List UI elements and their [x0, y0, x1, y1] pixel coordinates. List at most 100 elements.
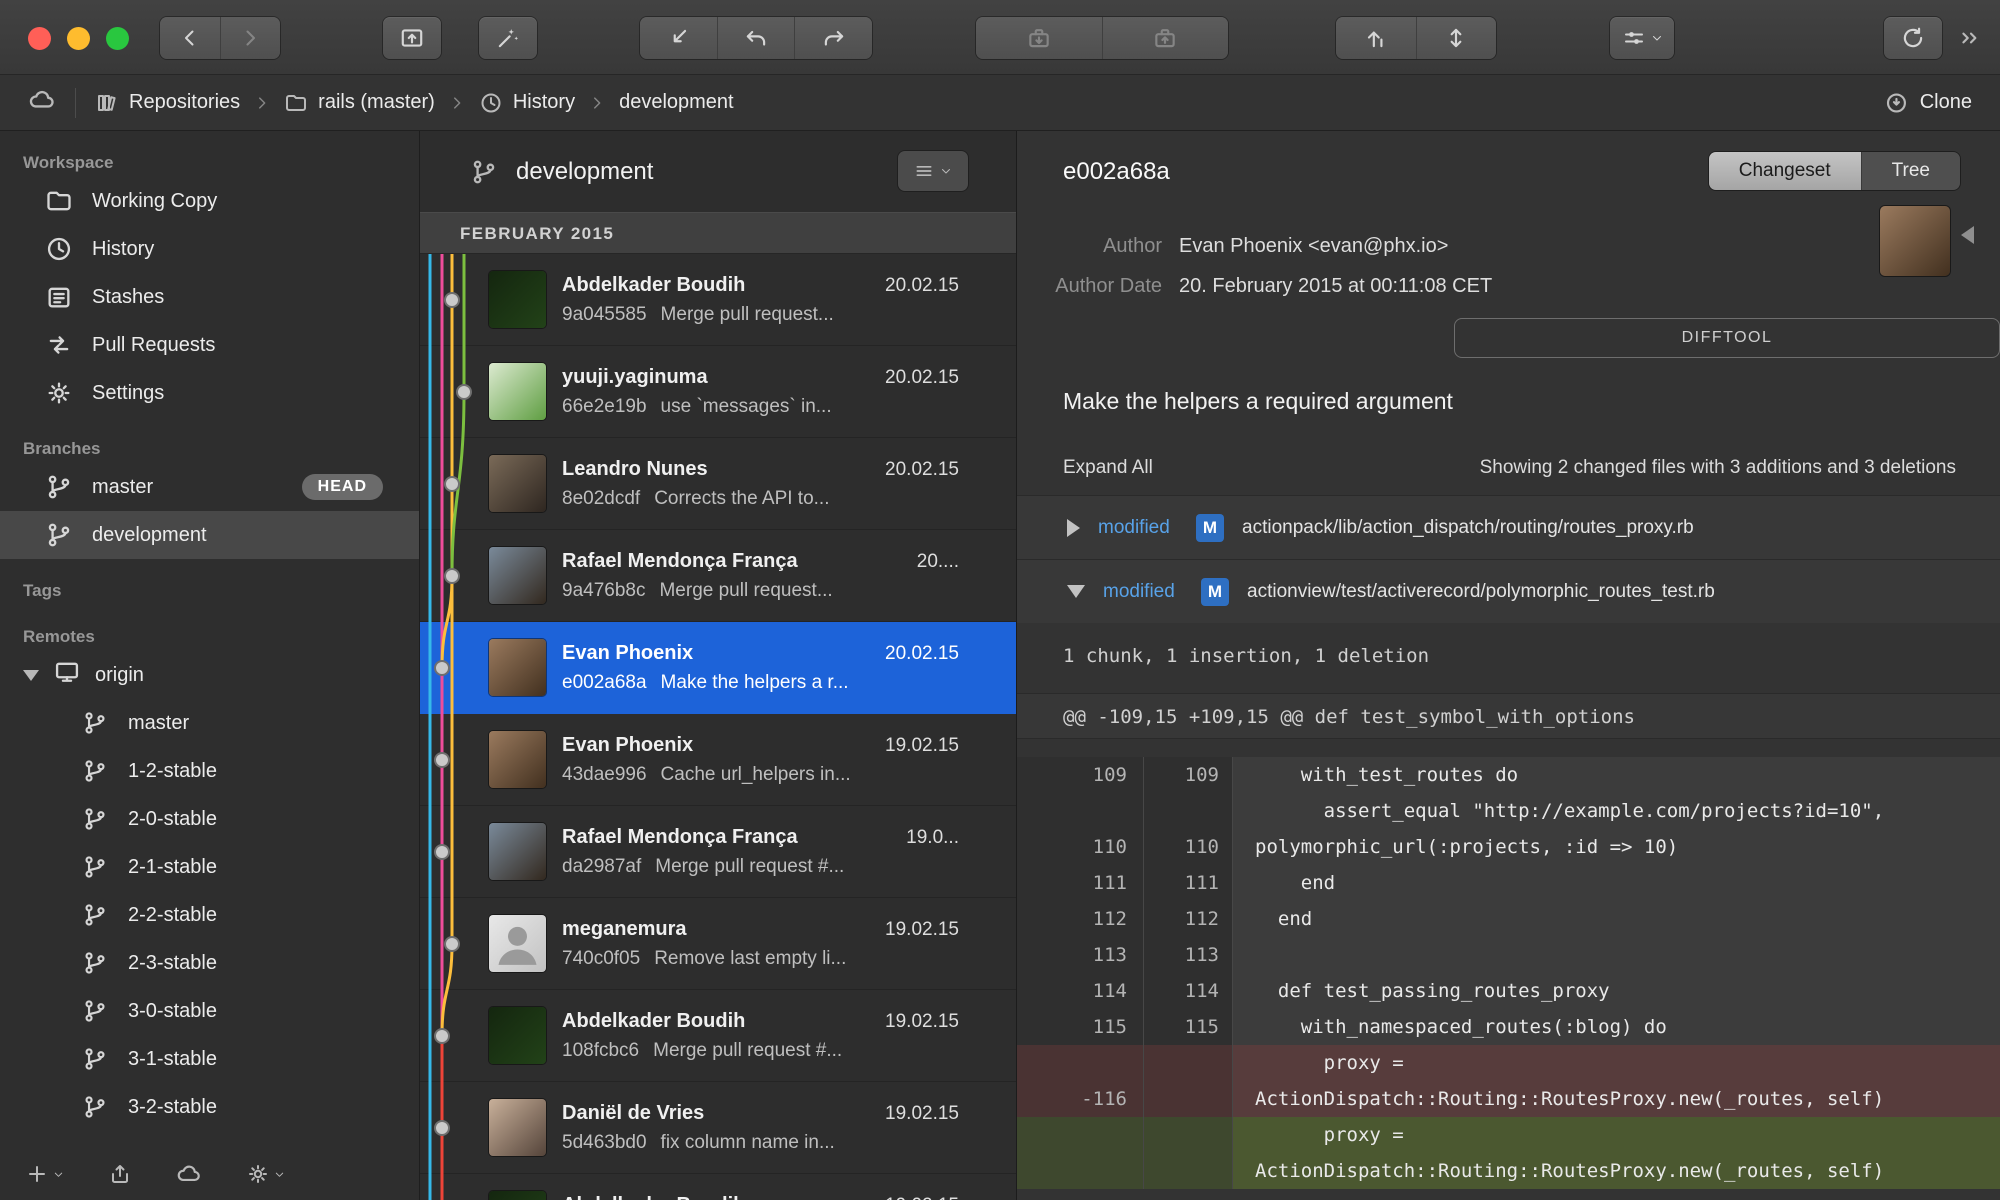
section-workspace: Workspace [23, 153, 114, 172]
branch-icon [473, 160, 495, 183]
branch-icon [44, 520, 74, 550]
branch-icon [80, 996, 110, 1026]
commit-author: Leandro Nunes [562, 457, 708, 480]
commit-row[interactable]: Evan Phoenix 19.02.15 43dae996 Cache url_… [420, 714, 1016, 806]
expand-all-button[interactable]: Expand All [1063, 457, 1153, 479]
sidebar-item-working-copy[interactable]: Working Copy [0, 177, 419, 225]
commit-button[interactable] [383, 17, 441, 59]
tab-tree[interactable]: Tree [1860, 152, 1960, 190]
close-window-button[interactable] [28, 27, 51, 50]
cloud-button[interactable] [176, 1161, 202, 1187]
sidebar-remote-origin[interactable]: origin [0, 651, 419, 699]
clone-label: Clone [1919, 91, 1972, 113]
disclosure-triangle-icon[interactable] [23, 669, 39, 681]
commit-row[interactable]: Leandro Nunes 20.02.15 8e02dcdf Corrects … [420, 438, 1016, 530]
undo-button[interactable] [716, 17, 795, 59]
add-button[interactable] [25, 1162, 64, 1186]
sidebar-item-label: 3-0-stable [128, 999, 217, 1022]
wand-button[interactable] [479, 17, 537, 59]
breadcrumb-branch[interactable]: development [619, 91, 734, 114]
tab-changeset[interactable]: Changeset [1708, 152, 1861, 190]
commit-message: fix column name in... [660, 1131, 835, 1153]
sidebar-item-history[interactable]: History [0, 225, 419, 273]
forward-button[interactable] [219, 17, 280, 59]
sidebar-branch-master[interactable]: master HEAD [0, 463, 419, 511]
sidebar-item-label: Working Copy [92, 189, 218, 212]
sidebar-item-stashes[interactable]: Stashes [0, 273, 419, 321]
minimize-window-button[interactable] [67, 27, 90, 50]
sidebar-item-pull-requests[interactable]: Pull Requests [0, 321, 419, 369]
back-button[interactable] [160, 17, 220, 59]
commit-row[interactable]: Abdelkader Boudih 20.02.15 9a045585 Merge… [420, 254, 1016, 346]
commit-author: Abdelkader Boudih [562, 1194, 745, 1200]
titlebar [0, 0, 2000, 75]
repo-settings-button[interactable] [246, 1162, 285, 1186]
commit-row[interactable]: Abdelkader Boudih 19.02.15 [420, 1174, 1016, 1200]
stash-save-icon [1029, 29, 1049, 48]
stash-button[interactable] [976, 17, 1102, 59]
commit-row[interactable]: yuuji.yaginuma 20.02.15 66e2e19b use `mes… [420, 346, 1016, 438]
sidebar-branch-development[interactable]: development [0, 511, 419, 559]
commit-author: Rafael Mendonça França [562, 825, 798, 848]
refresh-button[interactable] [1884, 17, 1942, 59]
sidebar-remote-branch[interactable]: 2-1-stable [0, 843, 419, 891]
pull-button[interactable] [1415, 17, 1496, 59]
sidebar-remote-branch[interactable]: 2-3-stable [0, 939, 419, 987]
app-window: Repositories rails (master) History deve… [0, 0, 2000, 1200]
sidebar-item-settings[interactable]: Settings [0, 369, 419, 417]
filter-button[interactable] [1610, 17, 1674, 59]
commit-row[interactable]: Rafael Mendonça França 20.... 9a476b8c Me… [420, 530, 1016, 622]
sidebar-remote-branch[interactable]: 2-2-stable [0, 891, 419, 939]
sidebar-remote-branch[interactable]: 3-1-stable [0, 1035, 419, 1083]
file-row[interactable]: modified M actionview/test/activerecord/… [1017, 559, 2000, 623]
sidebar-remote-branch[interactable]: 1-2-stable [0, 747, 419, 795]
chevron-down-icon [275, 1172, 284, 1177]
breadcrumb-repositories[interactable]: Repositories [95, 91, 240, 115]
triangle-left-icon[interactable] [1961, 226, 1974, 244]
disclosure-triangle-icon[interactable] [1067, 518, 1080, 537]
clock-icon [44, 234, 74, 264]
commit-detail-panel: e002a68a Changeset Tree Author Evan Phoe… [1017, 131, 2000, 1200]
merge-button[interactable] [640, 17, 717, 59]
commit-date: 19.02.15 [885, 734, 959, 756]
unstash-button[interactable] [1101, 17, 1228, 59]
double-chevron-right-icon [1962, 32, 1977, 44]
redo-button[interactable] [794, 17, 872, 59]
zoom-window-button[interactable] [106, 27, 129, 50]
push-button[interactable] [1336, 17, 1416, 59]
sidebar-remote-branch[interactable]: 2-0-stable [0, 795, 419, 843]
breadcrumb-history[interactable]: History [479, 91, 575, 115]
chevron-down-icon [54, 1172, 63, 1177]
breadcrumb-repo[interactable]: rails (master) [284, 91, 435, 115]
commit-hash: da2987af [562, 855, 642, 877]
commit-hash: 108fcbc6 [562, 1039, 640, 1061]
commit-row[interactable]: Rafael Mendonça França 19.0... da2987af M… [420, 806, 1016, 898]
log-view-options-button[interactable] [898, 151, 968, 191]
difftool-button[interactable]: DIFFTOOL [1454, 318, 2000, 358]
commit-row[interactable]: Daniël de Vries 19.02.15 5d463bd0 fix col… [420, 1082, 1016, 1174]
commit-row-selected[interactable]: Evan Phoenix 20.02.15 e002a68a Make the h… [420, 622, 1016, 714]
sidebar-remote-branch[interactable]: 3-2-stable [0, 1083, 419, 1131]
share-icon [112, 1165, 128, 1183]
file-row[interactable]: modified M actionpack/lib/action_dispatc… [1017, 495, 2000, 559]
commit-message: use `messages` in... [660, 395, 832, 417]
commit-rows: Abdelkader Boudih 20.02.15 9a045585 Merge… [420, 254, 1016, 1200]
person-silhouette-icon [498, 926, 537, 965]
commit-hash: 66e2e19b [562, 395, 647, 417]
stash-list-icon [44, 282, 74, 312]
avatar [489, 1191, 546, 1200]
sidebar-remote-branch[interactable]: master [0, 699, 419, 747]
accounts-cloud-icon[interactable] [28, 86, 56, 120]
commit-row[interactable]: Abdelkader Boudih 19.02.15 108fcbc6 Merge… [420, 990, 1016, 1082]
traffic-lights [28, 27, 129, 50]
share-button[interactable] [108, 1162, 132, 1186]
undo-arrow-icon [746, 30, 766, 46]
toolbar-overflow-button[interactable] [1958, 25, 1984, 56]
disclosure-triangle-icon[interactable] [1067, 585, 1085, 598]
file-path: actionview/test/activerecord/polymorphic… [1247, 580, 1715, 602]
commit-row[interactable]: meganemura 19.02.15 740c0f05 Remove last … [420, 898, 1016, 990]
sidebar-remote-branch[interactable]: 3-0-stable [0, 987, 419, 1035]
clone-button[interactable]: Clone [1884, 90, 1972, 116]
clone-icon [1886, 92, 1906, 113]
commit-author: Evan Phoenix [562, 733, 694, 756]
